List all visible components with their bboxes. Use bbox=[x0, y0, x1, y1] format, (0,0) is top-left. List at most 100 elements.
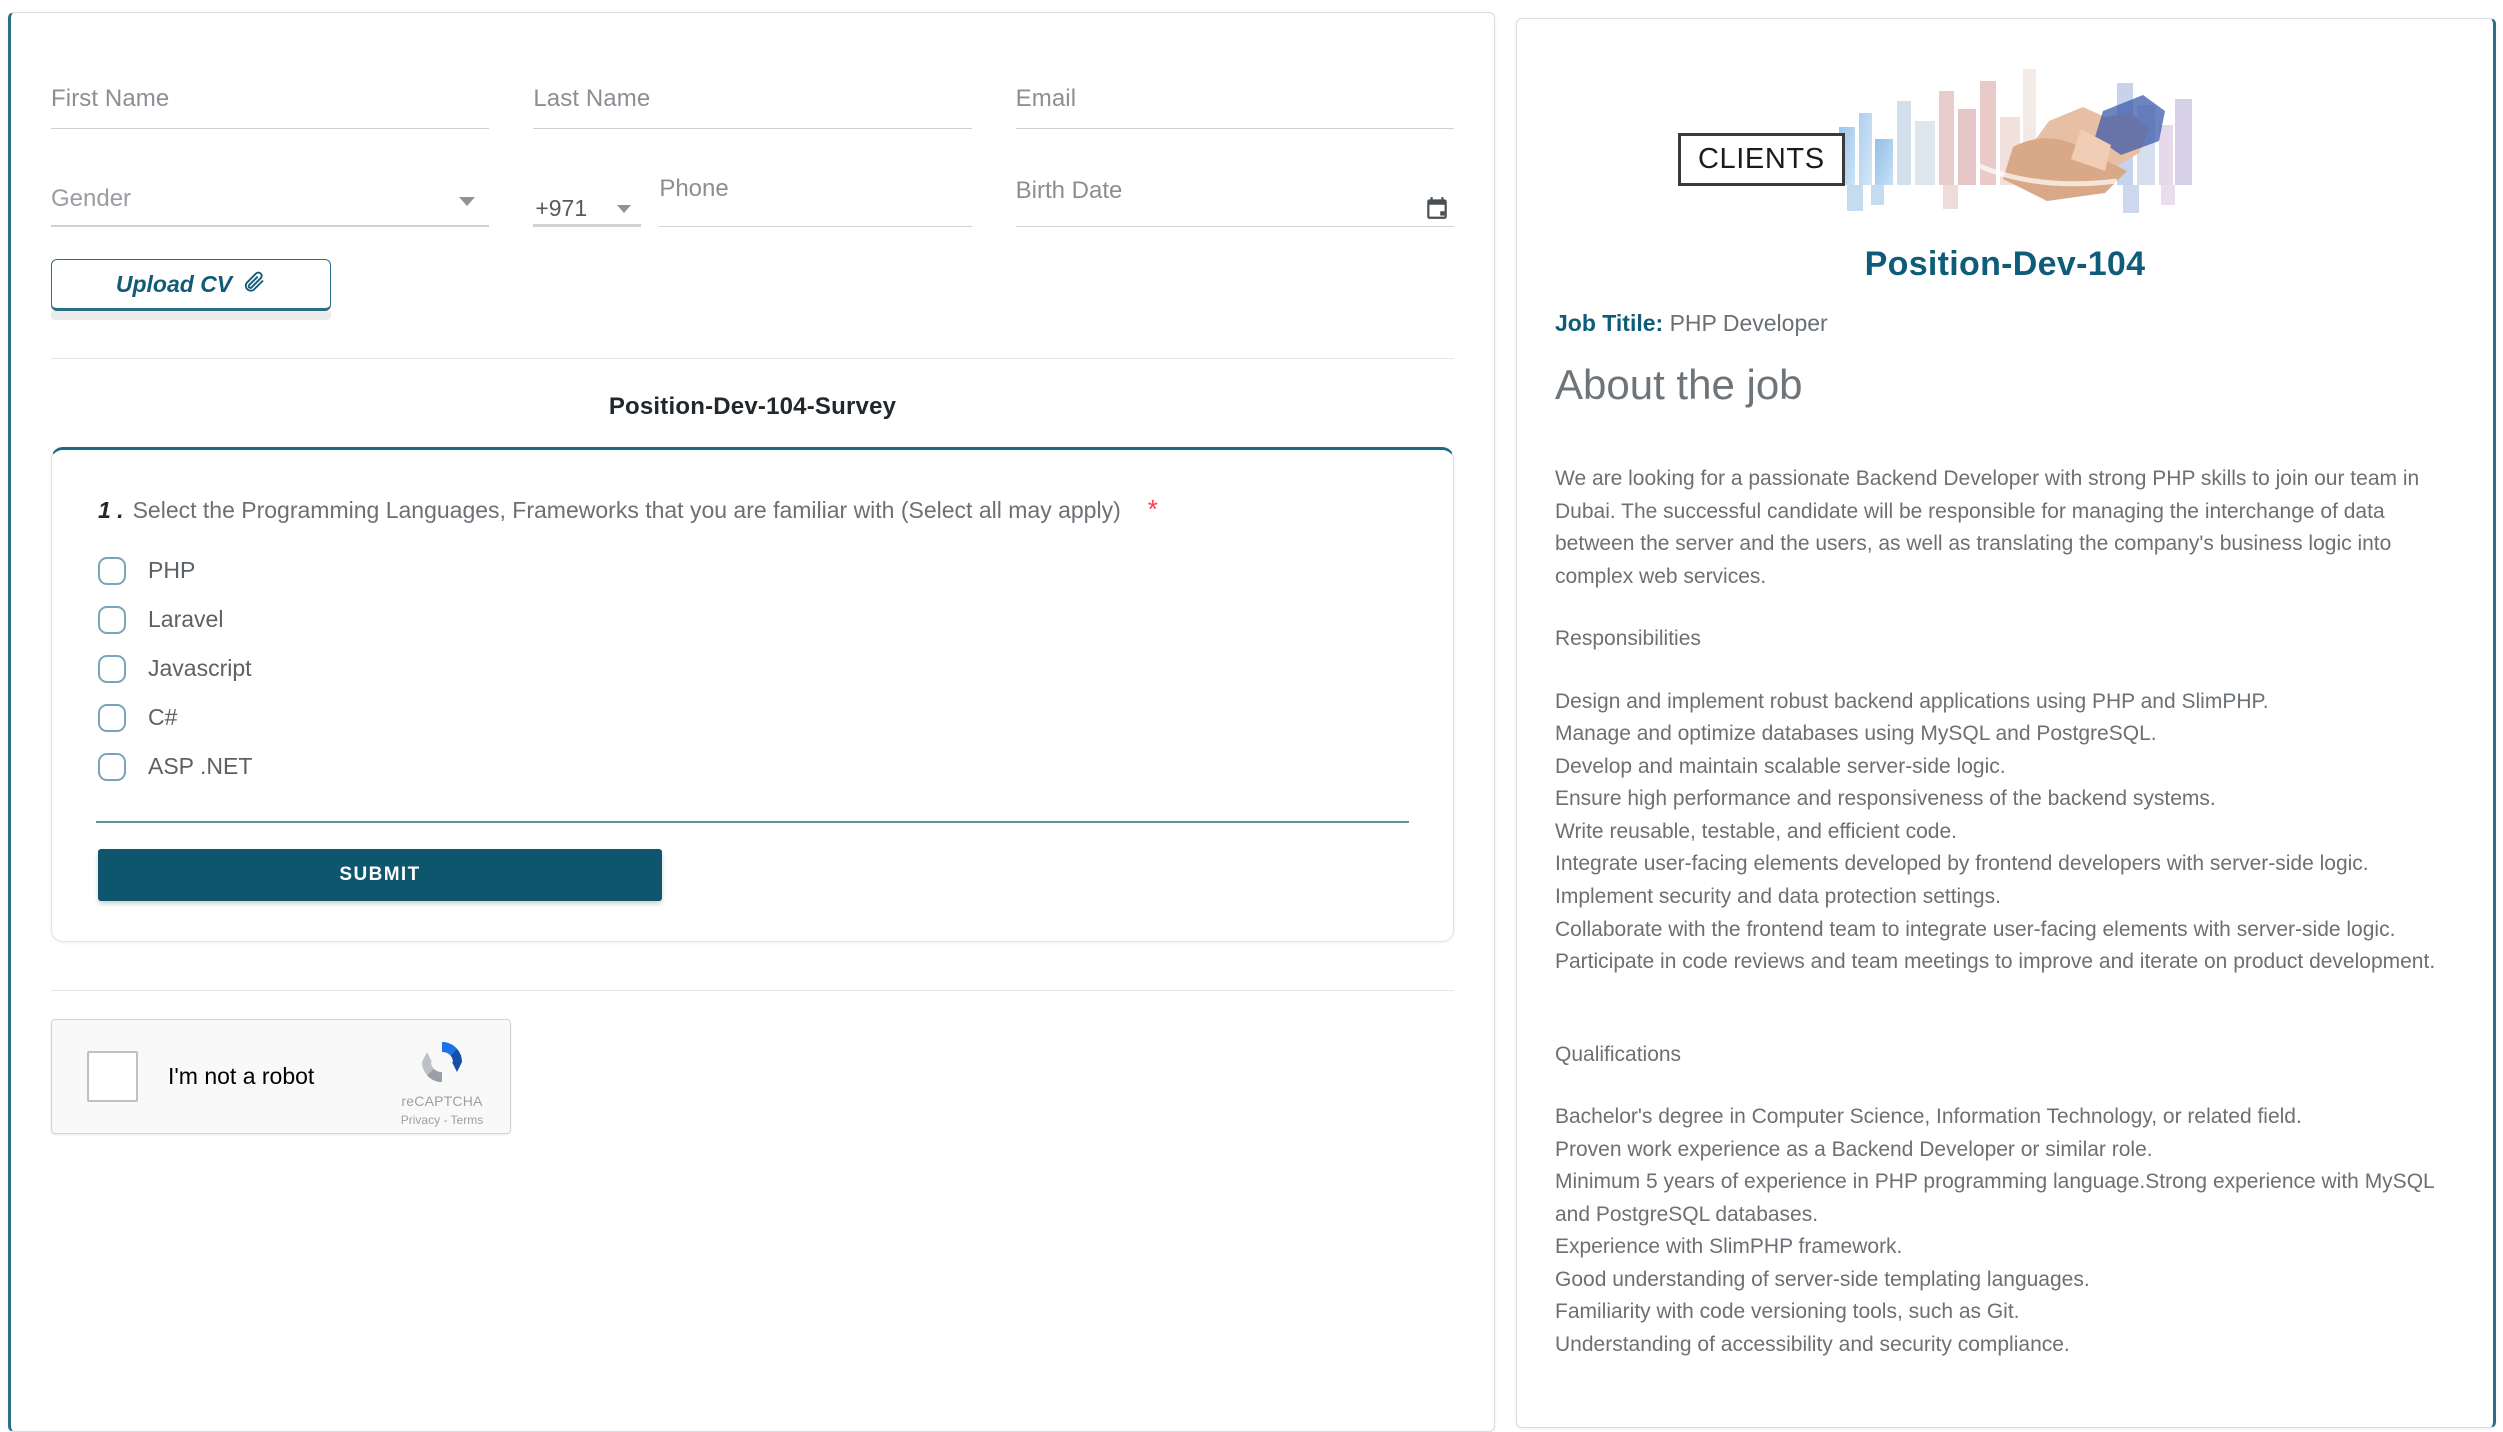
gender-underline bbox=[51, 225, 490, 227]
upload-cv-underline bbox=[51, 311, 331, 320]
gender-phone-birth-row: Gender +971 Phone Birth Date bbox=[51, 169, 1454, 239]
survey-option-javascript[interactable]: Javascript bbox=[98, 644, 1407, 693]
phone-underline bbox=[659, 226, 972, 227]
name-email-row: First Name Last Name Email bbox=[51, 71, 1454, 141]
option-label: PHP bbox=[148, 557, 196, 583]
responsibility-item: Integrate user-facing elements developed… bbox=[1555, 852, 2369, 876]
country-code-select[interactable]: +971 bbox=[533, 169, 642, 239]
last-name-underline bbox=[533, 128, 972, 129]
recaptcha-links[interactable]: Privacy - Terms bbox=[401, 1113, 483, 1127]
birth-date-field[interactable]: Birth Date bbox=[1015, 169, 1454, 239]
option-label: ASP .NET bbox=[148, 753, 253, 779]
responsibility-item: Manage and optimize databases using MySQ… bbox=[1555, 722, 2157, 746]
phone-label: Phone bbox=[659, 175, 729, 202]
job-hero: CLIENTS bbox=[1555, 19, 2455, 241]
survey-question: 1 . Select the Programming Languages, Fr… bbox=[52, 496, 1453, 524]
form-divider bbox=[51, 358, 1454, 359]
email-field[interactable]: Email bbox=[1015, 71, 1454, 141]
qualification-item: Minimum 5 years of experience in PHP pro… bbox=[1555, 1170, 2434, 1226]
about-the-job-heading: About the job bbox=[1555, 361, 1803, 408]
survey-option-laravel[interactable]: Laravel bbox=[98, 595, 1407, 644]
survey-options: PHP Laravel Javascript C# ASP .NET bbox=[52, 546, 1453, 791]
phone-field[interactable]: Phone bbox=[659, 169, 972, 239]
recaptcha-label: I'm not a robot bbox=[168, 1063, 315, 1089]
responsibility-item: Ensure high performance and responsivene… bbox=[1555, 787, 2216, 811]
country-code-value: +971 bbox=[535, 195, 588, 221]
checkbox-icon[interactable] bbox=[98, 605, 126, 634]
option-label: Laravel bbox=[148, 606, 224, 632]
recaptcha-branding: reCAPTCHA Privacy - Terms bbox=[392, 1036, 492, 1129]
gender-select[interactable]: Gender bbox=[51, 169, 490, 239]
survey-option-csharp[interactable]: C# bbox=[98, 693, 1407, 742]
survey-option-php[interactable]: PHP bbox=[98, 546, 1407, 595]
job-intro: We are looking for a passionate Backend … bbox=[1555, 467, 2420, 588]
qualifications-heading: Qualifications bbox=[1555, 1042, 1682, 1066]
qualification-item: Understanding of accessibility and secur… bbox=[1555, 1333, 2070, 1357]
responsibilities-heading: Responsibilities bbox=[1555, 627, 1701, 651]
gender-label: Gender bbox=[51, 185, 132, 212]
qualification-item: Bachelor's degree in Computer Science, I… bbox=[1555, 1105, 2302, 1129]
upload-cv-row: Upload CV bbox=[51, 259, 1454, 320]
chevron-down-icon bbox=[459, 197, 476, 206]
recaptcha-logo-icon bbox=[416, 1042, 468, 1092]
checkbox-icon[interactable] bbox=[98, 556, 126, 585]
calendar-icon[interactable] bbox=[1424, 195, 1450, 221]
country-code-underline bbox=[533, 224, 642, 227]
option-label: C# bbox=[148, 704, 178, 730]
last-name-field[interactable]: Last Name bbox=[533, 71, 972, 141]
birth-date-label: Birth Date bbox=[1015, 177, 1123, 204]
responsibility-item: Implement security and data protection s… bbox=[1555, 885, 2001, 909]
qualification-item: Good understanding of server-side templa… bbox=[1555, 1267, 2090, 1291]
chevron-down-icon bbox=[617, 205, 632, 213]
first-name-underline bbox=[51, 128, 490, 129]
job-title-line: Job Titile: PHP Developer bbox=[1555, 310, 2455, 337]
checkbox-icon[interactable] bbox=[98, 654, 126, 683]
paperclip-icon bbox=[242, 269, 266, 299]
recaptcha-checkbox[interactable] bbox=[87, 1051, 138, 1102]
responsibility-item: Design and implement robust backend appl… bbox=[1555, 689, 2269, 713]
recaptcha-brand: reCAPTCHA bbox=[401, 1093, 483, 1109]
responsibility-item: Write reusable, testable, and efficient … bbox=[1555, 819, 1957, 843]
position-title: Position-Dev-104 bbox=[1864, 245, 2146, 283]
qualification-item: Proven work experience as a Backend Deve… bbox=[1555, 1137, 2153, 1161]
clients-badge: CLIENTS bbox=[1678, 133, 1845, 186]
first-name-field[interactable]: First Name bbox=[51, 71, 490, 141]
qualification-item: Experience with SlimPHP framework. bbox=[1555, 1235, 1903, 1259]
qualification-item: Familiarity with code versioning tools, … bbox=[1555, 1300, 2020, 1324]
responsibility-item: Participate in code reviews and team mee… bbox=[1555, 950, 2436, 974]
responsibility-item: Develop and maintain scalable server-sid… bbox=[1555, 754, 2006, 778]
submit-button[interactable]: SUBMIT bbox=[98, 849, 662, 901]
email-label: Email bbox=[1015, 85, 1077, 112]
phone-group: +971 Phone bbox=[533, 169, 972, 239]
question-number: 1 . bbox=[98, 497, 124, 523]
upload-cv-button[interactable]: Upload CV bbox=[51, 259, 331, 311]
application-page: First Name Last Name Email Gender +971 P… bbox=[0, 0, 2503, 1432]
upload-cv-label: Upload CV bbox=[115, 270, 233, 297]
required-marker: * bbox=[1147, 494, 1158, 524]
checkbox-icon[interactable] bbox=[98, 703, 126, 732]
survey-card: 1 . Select the Programming Languages, Fr… bbox=[51, 447, 1454, 942]
survey-separator bbox=[96, 821, 1409, 823]
job-description-card: CLIENTS Position-Dev-104 Job Titile: PHP… bbox=[1516, 18, 2496, 1428]
question-text: Select the Programming Languages, Framew… bbox=[132, 497, 1121, 523]
application-form-card: First Name Last Name Email Gender +971 P… bbox=[8, 12, 1495, 1432]
checkbox-icon[interactable] bbox=[98, 752, 126, 781]
handshake-cityscape-image bbox=[1817, 55, 2217, 225]
birth-date-underline bbox=[1015, 226, 1454, 227]
first-name-label: First Name bbox=[51, 85, 170, 112]
survey-option-aspnet[interactable]: ASP .NET bbox=[98, 742, 1407, 791]
job-title-label: Job Titile: bbox=[1555, 310, 1664, 336]
recaptcha-widget[interactable]: I'm not a robot reCAPTCHA Privacy - Term… bbox=[51, 1019, 511, 1134]
last-name-label: Last Name bbox=[533, 85, 651, 112]
option-label: Javascript bbox=[148, 655, 252, 681]
survey-title: Position-Dev-104-Survey bbox=[608, 393, 897, 420]
job-title-value: PHP Developer bbox=[1669, 310, 1828, 336]
job-description-body: We are looking for a passionate Backend … bbox=[1555, 463, 2455, 1362]
submit-row: SUBMIT bbox=[52, 823, 1453, 901]
responsibility-item: Collaborate with the frontend team to in… bbox=[1555, 917, 2396, 941]
recaptcha-divider bbox=[51, 990, 1454, 991]
